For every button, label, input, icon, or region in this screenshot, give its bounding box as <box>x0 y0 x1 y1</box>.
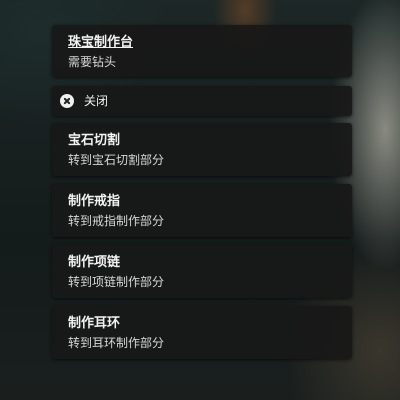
close-label: 关闭 <box>84 94 109 108</box>
menu-item-description: 转到耳环制作部分 <box>68 336 165 350</box>
close-icon <box>60 94 74 108</box>
menu-item-gem-cutting[interactable]: 宝石切割 转到宝石切割部分 <box>52 123 352 176</box>
menu-item-description: 转到项链制作部分 <box>68 275 165 289</box>
close-button[interactable]: 关闭 <box>52 86 352 116</box>
menu-title: 珠宝制作台 <box>68 35 134 50</box>
menu-header: 珠宝制作台 需要钻头 <box>52 25 352 77</box>
menu-item-title: 制作耳环 <box>68 316 121 331</box>
menu-item-make-necklace[interactable]: 制作项链 转到项链制作部分 <box>52 245 352 298</box>
menu-item-title: 制作项链 <box>68 255 121 270</box>
menu-item-description: 转到戒指制作部分 <box>68 214 165 228</box>
menu-item-title: 制作戒指 <box>68 194 121 209</box>
menu-item-title: 宝石切割 <box>68 133 121 148</box>
context-menu: 珠宝制作台 需要钻头 关闭 宝石切割 转到宝石切割部分 制作戒指 转到戒指制作部… <box>52 25 352 367</box>
menu-item-make-ring[interactable]: 制作戒指 转到戒指制作部分 <box>52 184 352 237</box>
menu-subtitle: 需要钻头 <box>68 55 117 69</box>
menu-item-description: 转到宝石切割部分 <box>68 153 165 167</box>
menu-item-make-earrings[interactable]: 制作耳环 转到耳环制作部分 <box>52 306 352 359</box>
